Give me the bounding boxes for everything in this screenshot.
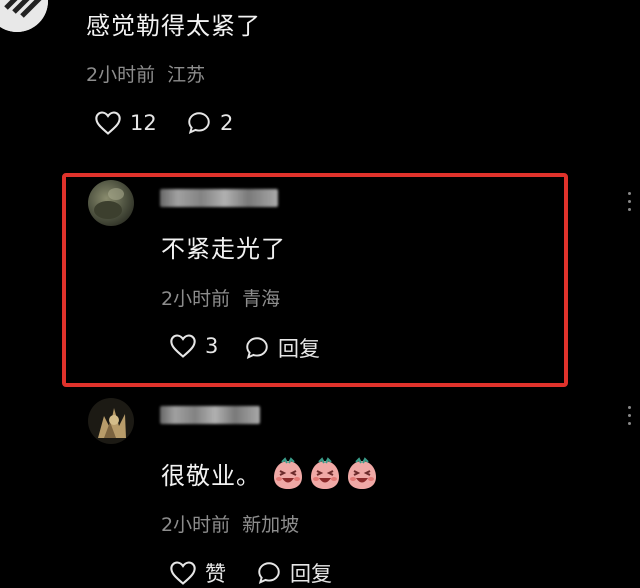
avatar-top[interactable] <box>0 0 48 32</box>
comment-text: 不紧走光了 <box>161 235 286 263</box>
like-count: 12 <box>130 111 157 135</box>
like-count: 3 <box>205 334 219 358</box>
heart-icon <box>95 111 121 135</box>
like-button[interactable]: 12 <box>94 110 157 136</box>
reply-button[interactable]: 回复 <box>244 333 320 363</box>
username-blurred[interactable] <box>160 189 278 207</box>
reply-button[interactable]: 回复 <box>256 558 332 588</box>
reply-button[interactable]: 2 <box>186 110 233 136</box>
comment-meta: 2小时前 江苏 <box>86 60 205 87</box>
laughing-face-emoji-icon <box>274 456 302 489</box>
comment-location: 新加坡 <box>242 514 300 536</box>
more-dots-icon[interactable] <box>628 192 631 211</box>
avatar[interactable] <box>88 398 134 444</box>
laughing-face-emoji-icon <box>311 456 339 489</box>
comment-time: 2小时前 <box>161 288 231 310</box>
comment-meta: 2小时前 青海 <box>161 284 280 311</box>
comment-text-body: 很敬业。 <box>161 462 261 490</box>
comment-meta: 2小时前 新加坡 <box>161 510 299 537</box>
heart-icon <box>170 561 196 585</box>
like-button[interactable]: 赞 <box>169 558 226 588</box>
reply-count: 2 <box>220 111 234 135</box>
comment-text: 感觉勒得太紧了 <box>86 12 261 40</box>
emoji-row <box>271 456 379 491</box>
like-button[interactable]: 3 <box>169 333 218 359</box>
avatar-top-image <box>0 0 48 32</box>
comment-text: 很敬业。 <box>161 456 379 491</box>
comment-time: 2小时前 <box>86 64 156 86</box>
comment-bubble-icon <box>188 112 210 134</box>
avatar-image <box>88 180 134 226</box>
reply-label: 回复 <box>278 337 320 361</box>
like-label: 赞 <box>205 562 226 586</box>
comment-bubble-icon <box>246 337 268 359</box>
laughing-face-emoji-icon <box>348 456 376 489</box>
avatar[interactable] <box>88 180 134 226</box>
comment-bubble-icon <box>258 562 280 584</box>
username-blurred[interactable] <box>160 406 260 424</box>
comment-time: 2小时前 <box>161 514 231 536</box>
avatar-image <box>88 398 134 444</box>
comment-location: 江苏 <box>167 64 206 86</box>
comment-location: 青海 <box>242 288 281 310</box>
more-dots-icon[interactable] <box>628 406 631 425</box>
reply-label: 回复 <box>290 562 332 586</box>
heart-icon <box>170 334 196 358</box>
